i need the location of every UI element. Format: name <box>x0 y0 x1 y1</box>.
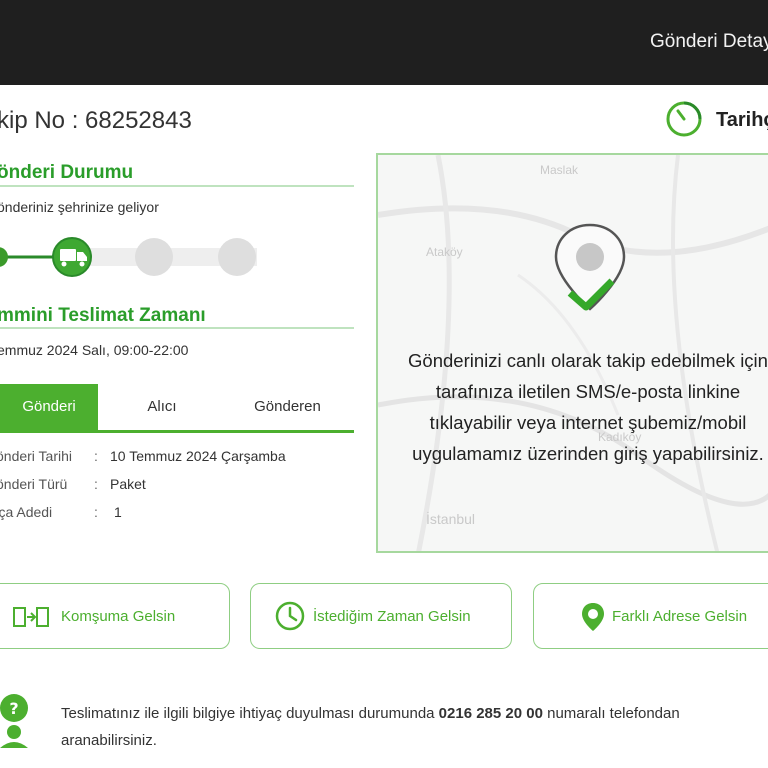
contact-info: ? Teslimatınız ile ilgili bilgiye ihtiya… <box>0 684 768 768</box>
delivery-title: mmini Teslimat Zamanı <box>0 305 206 326</box>
detail-key: önderi Tarihi <box>0 448 73 464</box>
neighbor-icon <box>13 607 49 627</box>
tab-recipient[interactable]: Alıcı <box>112 384 212 430</box>
scheduled-delivery-button[interactable]: İstediğim Zaman Gelsin <box>250 583 512 649</box>
step-3 <box>135 238 173 276</box>
different-address-button[interactable]: Farklı Adrese Gelsin <box>533 583 768 649</box>
clock-icon <box>275 601 305 631</box>
map-panel: Maslak Ataköy İstanbul Kadıköy Gönderini… <box>376 153 768 553</box>
history-button[interactable]: Tarihçe <box>664 99 768 139</box>
page-title: Gönderi Detayı <box>650 31 768 52</box>
status-message: önderiniz şehrinize geliyor <box>0 199 159 215</box>
scheduled-delivery-label: İstediğim Zaman Gelsin <box>313 608 471 625</box>
neighbor-delivery-button[interactable]: Komşuma Gelsin <box>0 583 230 649</box>
top-header: Gönderi Detayı <box>0 0 768 85</box>
step-1 <box>0 247 8 267</box>
timer-icon <box>666 101 702 137</box>
support-icon: ? <box>0 694 28 748</box>
detail-value: 10 Temmuz 2024 Çarşamba <box>110 448 286 464</box>
svg-text:?: ? <box>9 699 18 718</box>
tab-sender[interactable]: Gönderen <box>225 384 350 430</box>
phone-number: 0216 285 20 00 <box>438 705 543 722</box>
status-title: önderi Durumu <box>0 162 134 183</box>
contact-text: Teslimatınız ile ilgili bilgiye ihtiyaç … <box>61 705 680 749</box>
detail-value: 1 <box>114 504 122 520</box>
detail-tabs: Gönderi Alıcı Gönderen <box>0 384 354 433</box>
history-label: Tarihçe <box>716 109 768 131</box>
map-place: Maslak <box>540 163 579 177</box>
neighbor-delivery-label: Komşuma Gelsin <box>61 608 176 625</box>
detail-value: Paket <box>110 476 146 492</box>
status-divider <box>0 185 354 187</box>
delivery-divider <box>0 327 354 329</box>
map-place: Ataköy <box>426 245 463 259</box>
map-place: İstanbul <box>426 511 476 527</box>
tab-shipment[interactable]: Gönderi <box>0 384 98 430</box>
tracking-bar: kip No : 68252843 <box>0 88 768 152</box>
detail-key: önderi Türü <box>0 476 68 492</box>
delivery-time: emmuz 2024 Salı, 09:00-22:00 <box>0 342 189 358</box>
different-address-label: Farklı Adrese Gelsin <box>612 608 748 625</box>
location-icon <box>582 603 604 631</box>
tracking-number: kip No : 68252843 <box>0 107 192 134</box>
map-message: Gönderinizi canlı olarak takip edebilmek… <box>408 350 768 464</box>
detail-key: arça Adedi <box>0 504 53 520</box>
location-pin-icon <box>554 223 626 311</box>
progress-steps <box>0 237 257 277</box>
step-4 <box>218 238 256 276</box>
